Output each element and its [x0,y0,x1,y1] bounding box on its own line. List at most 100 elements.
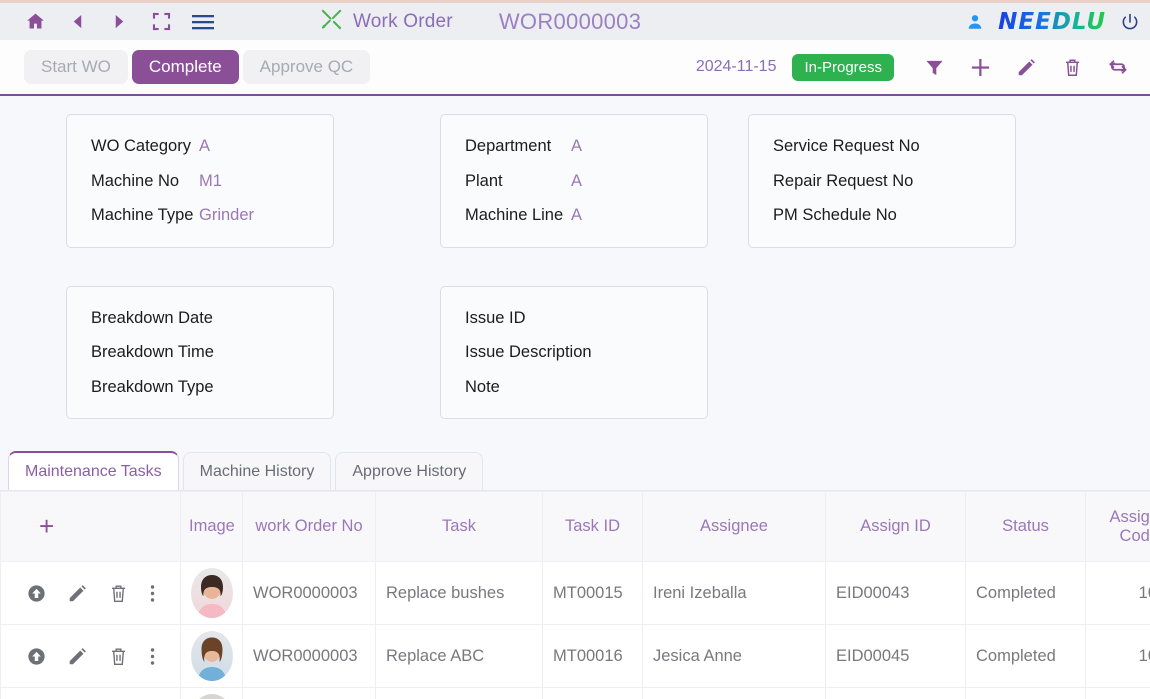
maintenance-tasks-table: + Image work Order No Task Task ID Assig… [0,490,1150,699]
add-icon[interactable] [960,50,1000,84]
action-bar: Start WO Complete Approve QC 2024-11-15 … [0,40,1150,96]
cell-status: Completed [965,561,1086,625]
avatar-cell [180,687,243,699]
field-value: A [571,206,583,224]
upload-icon[interactable] [27,584,46,603]
table-header-row: + Image work Order No Task Task ID Assig… [0,491,1150,562]
avatar [191,694,233,699]
card-issue-info: Issue ID Issue Description Note [440,285,708,419]
field-label: Plant [465,171,503,190]
column-header-status[interactable]: Status [965,491,1086,562]
more-options-icon[interactable] [150,584,155,603]
field-label: WO Category [91,137,191,155]
more-options-icon[interactable] [150,647,155,666]
avatar-cell [180,561,243,625]
start-wo-button[interactable]: Start WO [24,50,128,84]
field-label: Note [465,377,500,396]
collapse-icon[interactable] [140,5,182,39]
cell-work-order-no: WOR0000003 [242,687,376,699]
cell-assignee: Ireni Izeballa [642,561,826,625]
refresh-icon[interactable] [1098,50,1138,84]
delete-icon[interactable] [109,647,128,666]
field-label: Breakdown Date [91,308,213,327]
edit-icon[interactable] [1006,50,1046,84]
upload-icon[interactable] [27,647,46,666]
back-arrow-icon[interactable] [56,5,98,39]
cell-task-id: MT00015 [542,561,643,625]
complete-button[interactable]: Complete [131,50,239,84]
delete-icon[interactable] [109,584,128,603]
row-actions-cell [0,624,181,688]
card-request-info: Service Request No Repair Request No PM … [748,114,1016,248]
row-actions-cell [0,687,181,699]
field-value: Grinder [199,206,255,224]
table-row[interactable]: WOR0000003Repair BGVMT00017Lenard WolfEI… [0,687,1150,699]
details-panel: WO Category A Machine No M1 Machine Type Gr… [0,96,1150,419]
column-header-image[interactable]: Image [180,491,243,562]
tab-bar: Maintenance Tasks Machine History Approv… [0,451,1150,490]
cell-assign-code: 10 [1085,561,1150,625]
field-label: Department [465,137,552,155]
cell-status: Completed [965,687,1086,699]
add-task-button[interactable]: + [0,491,181,562]
approve-qc-button[interactable]: Approve QC [242,50,371,84]
cell-task-id: MT00017 [542,687,643,699]
column-header-assignee[interactable]: Assignee [642,491,826,562]
card-breakdown-info: Breakdown Date Breakdown Time Breakdown … [66,285,334,419]
field-label: Issue ID [465,308,526,327]
cell-assignee: Jesica Anne [642,624,826,688]
cell-status: Completed [965,624,1086,688]
avatar [191,631,233,681]
work-order-date: 2024-11-15 [695,58,777,75]
cell-task: Repair BGV [375,687,543,699]
edit-icon[interactable] [68,584,87,603]
avatar [191,568,233,618]
field-label: Issue Description [465,343,592,361]
app-title: Work Order [353,10,453,32]
cell-work-order-no: WOR0000003 [242,561,376,625]
field-label: Machine Type [91,206,194,224]
field-value: A [571,171,583,190]
field-value: A [199,137,211,155]
status-badge: In-Progress [792,53,894,81]
tab-machine-history[interactable]: Machine History [182,452,332,490]
cell-assign-id: EID00043 [825,561,966,625]
card-machine-info: WO Category A Machine No M1 Machine Type Gr… [66,114,334,248]
cell-task: Replace ABC [375,624,543,688]
brand-logo: NEEDLU [998,8,1106,35]
home-icon[interactable] [14,5,56,39]
field-value: A [571,137,583,155]
cell-assign-code: 10 [1085,624,1150,688]
field-label: Breakdown Type [91,377,214,396]
tab-approve-history[interactable]: Approve History [335,452,484,490]
power-icon[interactable] [1120,12,1140,32]
filter-icon[interactable] [914,50,954,84]
column-header-task[interactable]: Task [375,491,543,562]
tools-icon [320,8,343,36]
avatar-cell [180,624,243,688]
menu-icon[interactable] [182,5,224,39]
cell-assign-id: EID00050 [825,687,966,699]
field-label: Repair Request No [773,171,914,190]
cell-work-order-no: WOR0000003 [242,624,376,688]
cell-task: Replace bushes [375,561,543,625]
field-label: Breakdown Time [91,343,214,361]
column-header-work-order-no[interactable]: work Order No [242,491,376,562]
workflow-button-group: Start WO Complete Approve QC [24,50,371,84]
tab-maintenance-tasks[interactable]: Maintenance Tasks [8,451,179,490]
column-header-assign-id[interactable]: Assign ID [825,491,966,562]
cell-task-id: MT00016 [542,624,643,688]
field-label: Machine Line [465,206,564,224]
forward-arrow-icon[interactable] [98,5,140,39]
delete-icon[interactable] [1052,50,1092,84]
column-header-task-id[interactable]: Task ID [542,491,643,562]
field-label: Service Request No [773,137,920,155]
plus-icon[interactable]: + [21,511,54,541]
cell-assign-id: EID00045 [825,624,966,688]
column-header-assign-code[interactable]: Assign Code [1085,491,1150,562]
field-label: PM Schedule No [773,206,897,224]
edit-icon[interactable] [68,647,87,666]
user-icon[interactable] [966,13,984,31]
table-row[interactable]: WOR0000003 Replace bushes MT00015 Ireni Ize… [0,561,1150,625]
table-row[interactable]: WOR0000003 Replace ABC MT00016 Jesica Anne E… [0,624,1150,688]
